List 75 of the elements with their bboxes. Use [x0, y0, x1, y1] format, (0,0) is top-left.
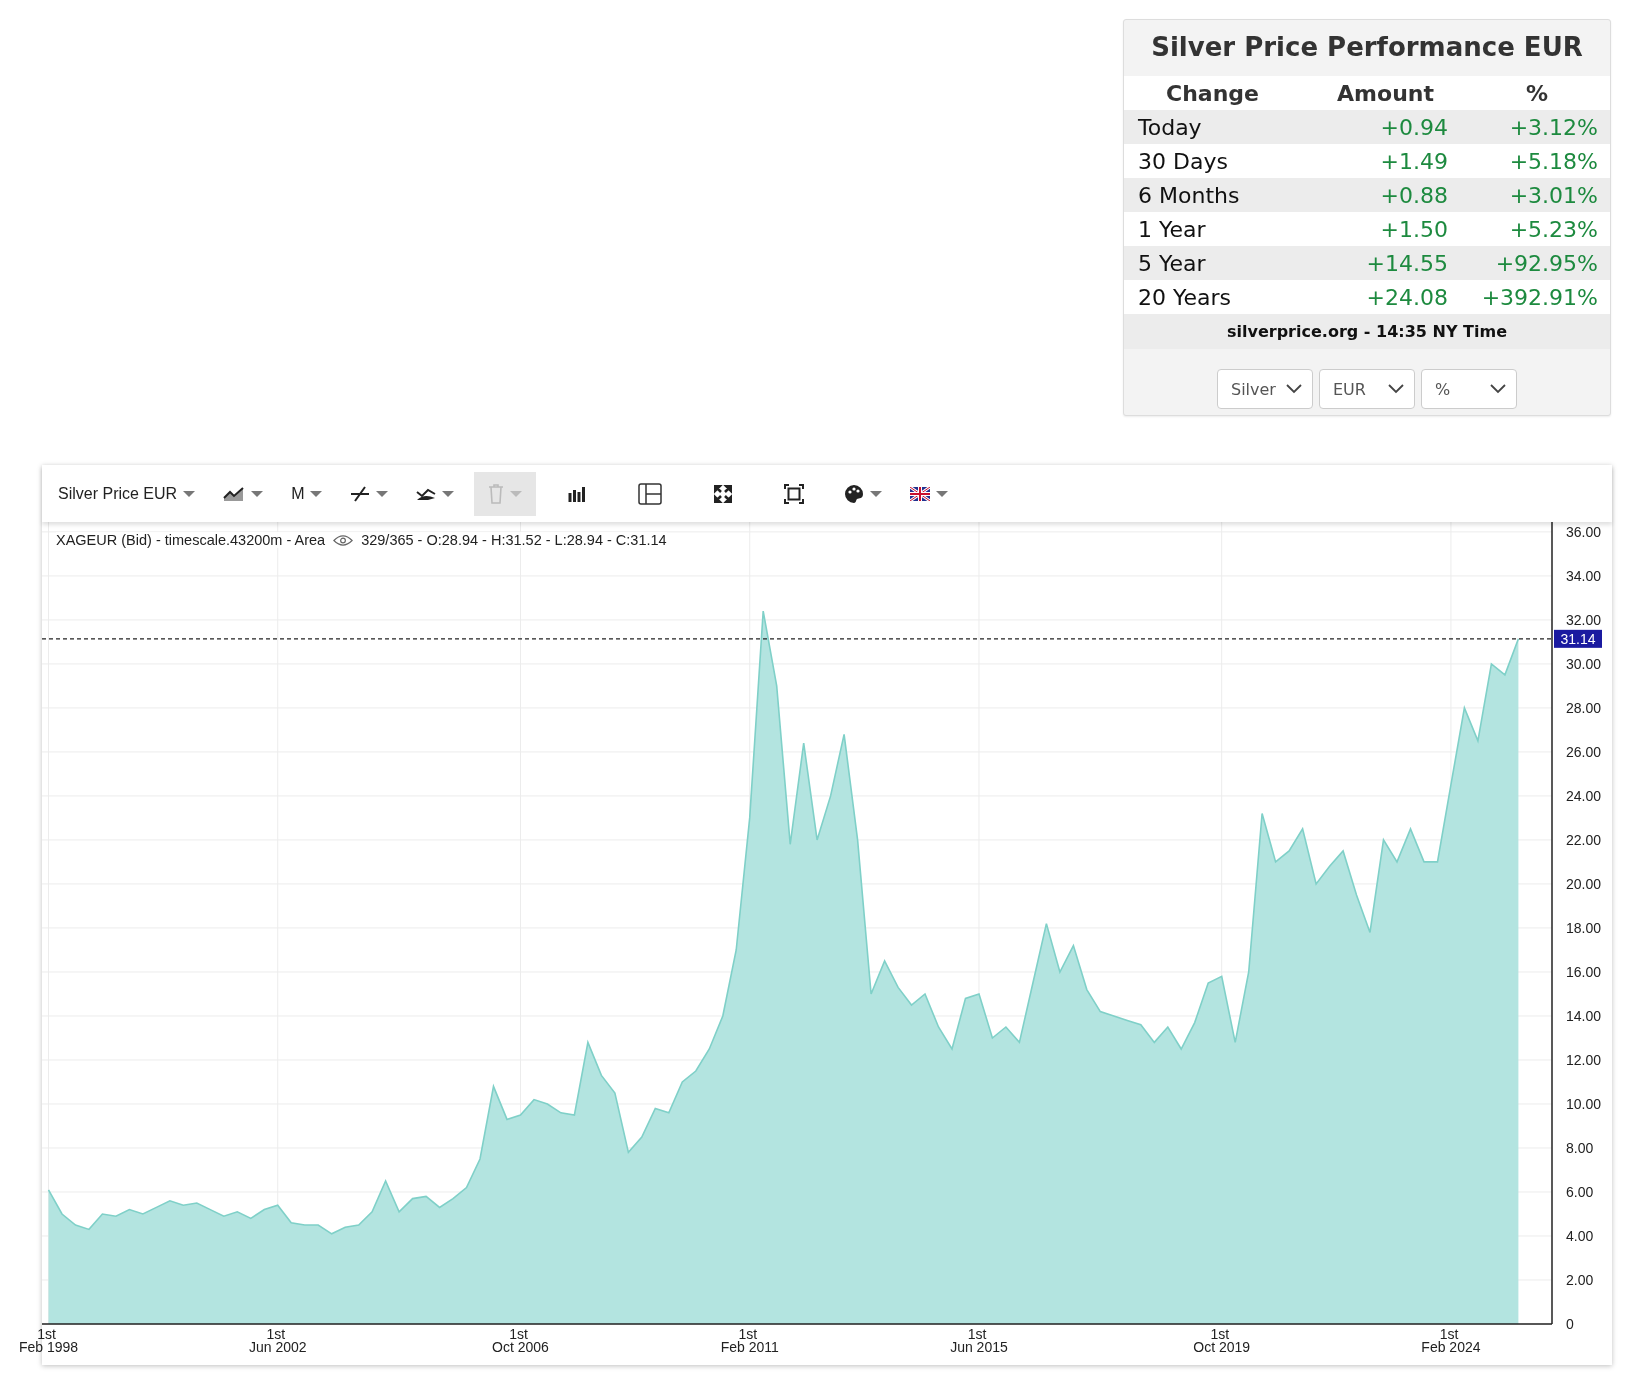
amount-cell-text: +24.08: [1365, 284, 1448, 310]
caret-icon: [310, 490, 323, 497]
column-header: %: [1524, 80, 1549, 106]
y-axis-label: 16.00: [1566, 963, 1602, 980]
period-cell-text: 30 Days: [1138, 148, 1229, 174]
percent-cell-text: +3.01%: [1508, 182, 1598, 208]
palette-icon: [844, 483, 865, 504]
x-axis-label: 1st Feb 1998: [18, 1326, 79, 1355]
y-axis-label: 24.00: [1566, 787, 1602, 804]
y-axis-label: 4.00: [1566, 1228, 1594, 1244]
y-axis-label: 32.00: [1566, 611, 1602, 628]
x-axis-label: 1st Feb 2011: [720, 1326, 779, 1355]
chevron-down-icon: [1286, 384, 1302, 394]
percent-cell-text: +5.23%: [1508, 216, 1598, 242]
amount-cell-text: +1.50: [1379, 216, 1448, 242]
caret-icon: [510, 490, 523, 497]
y-axis-label: 34.00: [1566, 567, 1602, 584]
percent-cell-text: +3.12%: [1508, 114, 1598, 140]
column-header: Change: [1165, 80, 1260, 106]
y-axis-label: 12.00: [1566, 1051, 1602, 1068]
caret-icon: [251, 490, 264, 497]
amount-cell-text: +14.55: [1365, 250, 1448, 276]
panel-title: Silver Price Performance EUR: [1150, 31, 1584, 64]
y-axis-label: 10.00: [1566, 1095, 1602, 1112]
y-axis-label: 28.00: [1566, 699, 1602, 716]
dropdown-select[interactable]: %: [1421, 369, 1517, 409]
crossed-lines-icon: [350, 485, 371, 502]
interval-dropdown[interactable]: M: [283, 471, 331, 516]
y-axis-label: 18.00: [1566, 919, 1602, 936]
eye-icon[interactable]: [333, 534, 354, 546]
chevron-down-icon: [1490, 384, 1506, 394]
chevron-down-icon: [1388, 384, 1404, 394]
x-axis-label: 1st Feb 2024: [1421, 1326, 1481, 1355]
x-axis-label: 1st Oct 2006: [492, 1326, 549, 1355]
caret-icon: [936, 490, 949, 497]
period-cell-text: 1 Year: [1138, 216, 1207, 242]
ohlc-readout: 329/365 - O:28.94 - H:31.52 - L:28.94 - C:31.14: [361, 532, 667, 548]
x-axis-label: 1st Oct 2019: [1193, 1326, 1251, 1355]
percent-cell-text: +92.95%: [1494, 250, 1598, 276]
area-chart-icon: [223, 485, 246, 502]
period-cell-text: Today: [1138, 114, 1203, 140]
amount-cell-text: +0.94: [1379, 114, 1448, 140]
symbol-dropdown[interactable]: Silver Price EUR: [50, 471, 204, 516]
flag-icon: [910, 486, 931, 501]
y-axis-label: 22.00: [1566, 831, 1602, 848]
caret-icon: [870, 490, 883, 497]
y-axis-label: 20.00: [1566, 875, 1602, 892]
percent-cell-text: +392.91%: [1480, 284, 1598, 310]
x-axis-label: 1st Jun 2015: [950, 1326, 1008, 1355]
caret-icon: [376, 490, 389, 497]
series-label: XAGEUR (Bid) - timescale.43200m - Area: [56, 532, 326, 548]
column-header: Amount: [1336, 80, 1435, 106]
y-axis-label: 30.00: [1566, 655, 1602, 672]
dropdown-select[interactable]: EUR: [1319, 369, 1415, 409]
caret-icon: [442, 490, 455, 497]
dropdown-select[interactable]: Silver: [1217, 369, 1313, 409]
y-axis-label: 6.00: [1566, 1184, 1594, 1200]
current-price-badge: 31.14: [1554, 629, 1602, 648]
x-axis-label: 1st Jun 2002: [248, 1326, 307, 1355]
period-cell-text: 6 Months: [1138, 182, 1241, 208]
source-time-text: silverprice.org - 14:35 NY Time: [1124, 314, 1610, 349]
y-axis-label: 0: [1566, 1316, 1574, 1332]
y-axis-label: 36.00: [1566, 523, 1602, 540]
period-cell-text: 20 Years: [1138, 284, 1233, 310]
amount-cell-text: +0.88: [1379, 182, 1448, 208]
y-axis-label: 14.00: [1566, 1007, 1602, 1024]
y-axis-label: 26.00: [1566, 743, 1602, 760]
percent-cell-text: +5.18%: [1508, 148, 1598, 174]
y-axis-label: 8.00: [1566, 1140, 1594, 1156]
trash-icon: [488, 483, 505, 504]
ref-line-label: 31.14: [1560, 630, 1596, 647]
caret-icon: [183, 490, 196, 497]
period-cell-text: 5 Year: [1138, 250, 1207, 276]
y-axis-label: 2.00: [1566, 1272, 1594, 1288]
amount-cell-text: +1.49: [1379, 148, 1448, 174]
